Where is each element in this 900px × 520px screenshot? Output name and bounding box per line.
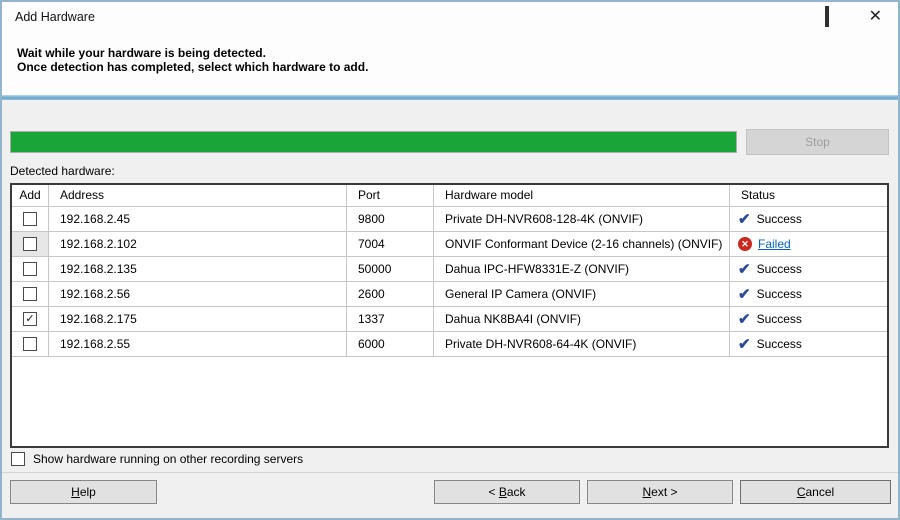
maximize-icon <box>825 6 829 27</box>
dialog-header-area: Add Hardware ✕ Wait while your hardware … <box>2 2 898 95</box>
port-cell: 9800 <box>347 207 434 232</box>
cancel-button[interactable]: Cancel <box>740 480 891 504</box>
close-button[interactable]: ✕ <box>869 8 882 26</box>
column-header-hardware-model[interactable]: Hardware model <box>434 185 730 207</box>
row-checkbox[interactable] <box>23 337 37 351</box>
address-cell: 192.168.2.45 <box>49 207 347 232</box>
address-cell: 192.168.2.175 <box>49 307 347 332</box>
success-check-icon: ✔ <box>738 312 751 327</box>
help-button[interactable]: Help <box>10 480 157 504</box>
table-header-row: Add Address Port Hardware model Status <box>12 185 887 207</box>
window-title: Add Hardware <box>15 10 95 24</box>
table-row[interactable]: 192.168.2.56 2600 General IP Camera (ONV… <box>12 282 887 307</box>
footer-divider <box>2 472 898 473</box>
success-check-icon: ✔ <box>738 212 751 227</box>
titlebar: Add Hardware ✕ <box>2 2 898 32</box>
failed-link[interactable]: Failed <box>758 232 791 256</box>
table-body: 192.168.2.45 9800 Private DH-NVR608-128-… <box>12 207 887 357</box>
status-failed: ✕ Failed <box>738 232 791 256</box>
port-cell: 6000 <box>347 332 434 357</box>
detection-progress-bar <box>10 131 737 153</box>
model-cell: ONVIF Conformant Device (2-16 channels) … <box>434 232 730 257</box>
header-separator <box>2 95 898 100</box>
status-text: Success <box>757 207 802 231</box>
status-cell: ✕ Failed <box>730 232 887 257</box>
table-row[interactable]: 192.168.2.55 6000 Private DH-NVR608-64-4… <box>12 332 887 357</box>
status-text: Success <box>757 282 802 306</box>
status-success: ✔ Success <box>738 207 802 231</box>
show-other-servers-row: Show hardware running on other recording… <box>11 452 303 466</box>
port-cell: 2600 <box>347 282 434 307</box>
column-header-add[interactable]: Add <box>12 185 49 207</box>
back-button[interactable]: < Back <box>434 480 580 504</box>
model-cell: Private DH-NVR608-128-4K (ONVIF) <box>434 207 730 232</box>
status-cell: ✔ Success <box>730 307 887 332</box>
row-checkbox[interactable] <box>23 212 37 226</box>
port-cell: 1337 <box>347 307 434 332</box>
address-cell: 192.168.2.102 <box>49 232 347 257</box>
add-cell <box>12 207 49 232</box>
status-cell: ✔ Success <box>730 257 887 282</box>
add-cell <box>12 232 49 257</box>
add-hardware-dialog: Add Hardware ✕ Wait while your hardware … <box>0 0 900 520</box>
status-cell: ✔ Success <box>730 332 887 357</box>
table-row[interactable]: 192.168.2.102 7004 ONVIF Conformant Devi… <box>12 232 887 257</box>
instruction-line-1: Wait while your hardware is being detect… <box>17 46 368 60</box>
status-success: ✔ Success <box>738 332 802 356</box>
add-cell <box>12 257 49 282</box>
success-check-icon: ✔ <box>738 262 751 277</box>
address-cell: 192.168.2.135 <box>49 257 347 282</box>
detection-progress-fill <box>11 132 736 152</box>
add-cell <box>12 332 49 357</box>
address-cell: 192.168.2.56 <box>49 282 347 307</box>
failed-x-icon: ✕ <box>738 237 752 251</box>
status-text: Success <box>757 307 802 331</box>
wizard-instructions: Wait while your hardware is being detect… <box>17 46 368 74</box>
column-header-status[interactable]: Status <box>730 185 887 207</box>
status-success: ✔ Success <box>738 307 802 331</box>
add-cell: ✓ <box>12 307 49 332</box>
detected-hardware-table: Add Address Port Hardware model Status 1… <box>10 183 889 448</box>
port-cell: 7004 <box>347 232 434 257</box>
model-cell: Dahua NK8BA4I (ONVIF) <box>434 307 730 332</box>
address-cell: 192.168.2.55 <box>49 332 347 357</box>
close-icon: ✕ <box>869 8 882 25</box>
row-checkbox[interactable] <box>23 262 37 276</box>
row-checkbox[interactable] <box>23 237 37 251</box>
table-row[interactable]: 192.168.2.135 50000 Dahua IPC-HFW8331E-Z… <box>12 257 887 282</box>
success-check-icon: ✔ <box>738 287 751 302</box>
column-header-address[interactable]: Address <box>49 185 347 207</box>
status-text: Success <box>757 332 802 356</box>
show-other-servers-label: Show hardware running on other recording… <box>33 452 303 466</box>
table-row[interactable]: ✓ 192.168.2.175 1337 Dahua NK8BA4I (ONVI… <box>12 307 887 332</box>
model-cell: Private DH-NVR608-64-4K (ONVIF) <box>434 332 730 357</box>
show-other-servers-checkbox[interactable] <box>11 452 25 466</box>
status-cell: ✔ Success <box>730 207 887 232</box>
port-cell: 50000 <box>347 257 434 282</box>
table-row[interactable]: 192.168.2.45 9800 Private DH-NVR608-128-… <box>12 207 887 232</box>
instruction-line-2: Once detection has completed, select whi… <box>17 60 368 74</box>
model-cell: General IP Camera (ONVIF) <box>434 282 730 307</box>
next-button[interactable]: Next > <box>587 480 733 504</box>
model-cell: Dahua IPC-HFW8331E-Z (ONVIF) <box>434 257 730 282</box>
detected-hardware-label: Detected hardware: <box>10 164 115 178</box>
column-header-port[interactable]: Port <box>347 185 434 207</box>
maximize-button[interactable] <box>825 8 829 26</box>
status-text: Success <box>757 257 802 281</box>
success-check-icon: ✔ <box>738 337 751 352</box>
stop-button[interactable]: Stop <box>746 129 889 155</box>
status-success: ✔ Success <box>738 282 802 306</box>
status-success: ✔ Success <box>738 257 802 281</box>
row-checkbox[interactable] <box>23 287 37 301</box>
row-checkbox[interactable]: ✓ <box>23 312 37 326</box>
stop-button-label: Stop <box>805 135 830 149</box>
window-controls: ✕ <box>785 2 882 32</box>
status-cell: ✔ Success <box>730 282 887 307</box>
add-cell <box>12 282 49 307</box>
